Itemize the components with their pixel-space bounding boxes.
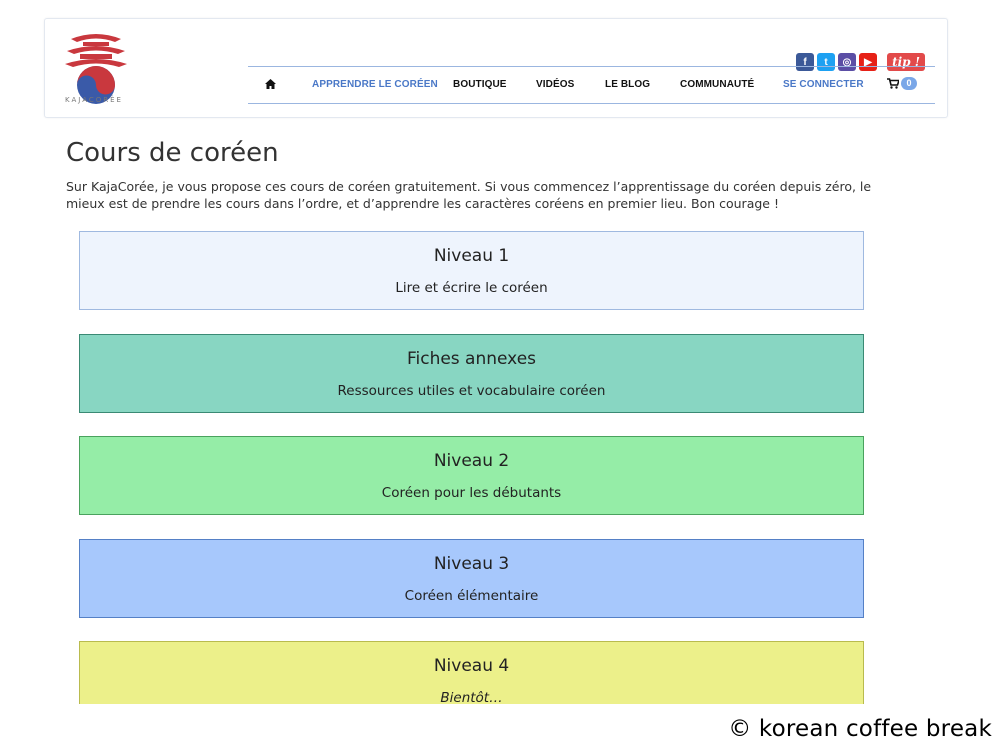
- page-viewport: KAJACORÉE f t ◎ ▶ tip ! APPRENDRE LE COR…: [0, 0, 1000, 704]
- level-card-subtitle: Lire et écrire le coréen: [395, 280, 548, 296]
- level-card-subtitle: Ressources utiles et vocabulaire coréen: [337, 383, 606, 399]
- level-card-title: Niveau 1: [433, 246, 510, 266]
- home-icon[interactable]: [265, 79, 276, 89]
- level-card-1[interactable]: Niveau 1 Lire et écrire le coréen: [79, 231, 864, 310]
- level-card-3[interactable]: Niveau 3 Coréen élémentaire: [79, 539, 864, 618]
- page-title: Cours de coréen: [66, 138, 279, 168]
- nav-item-boutique[interactable]: BOUTIQUE: [453, 79, 507, 90]
- logo-pagoda-icon: [65, 34, 127, 104]
- main-nav: APPRENDRE LE CORÉEN BOUTIQUE VIDÉOS LE B…: [248, 66, 935, 104]
- level-card-title: Fiches annexes: [406, 349, 537, 369]
- nav-item-videos[interactable]: VIDÉOS: [536, 79, 574, 90]
- copyright-watermark: © korean coffee break: [728, 716, 992, 742]
- cart-icon: [887, 78, 899, 89]
- level-card-subtitle: Bientôt…: [440, 690, 503, 704]
- level-card-2[interactable]: Niveau 2 Coréen pour les débutants: [79, 436, 864, 515]
- level-card-annexes[interactable]: Fiches annexes Ressources utiles et voca…: [79, 334, 864, 413]
- level-card-title: Niveau 4: [433, 656, 510, 676]
- cart-button[interactable]: 0: [887, 77, 917, 90]
- nav-item-communaute[interactable]: COMMUNAUTÉ: [680, 79, 754, 90]
- nav-item-blog[interactable]: LE BLOG: [605, 79, 650, 90]
- level-card-title: Niveau 2: [433, 451, 510, 471]
- nav-item-apprendre[interactable]: APPRENDRE LE CORÉEN: [312, 79, 438, 90]
- cart-count-badge: 0: [901, 77, 917, 90]
- level-card-4[interactable]: Niveau 4 Bientôt…: [79, 641, 864, 704]
- logo-text: KAJACORÉE: [65, 96, 123, 104]
- level-card-title: Niveau 3: [433, 554, 510, 574]
- level-card-subtitle: Coréen élémentaire: [404, 588, 539, 604]
- page-intro: Sur KajaCorée, je vous propose ces cours…: [66, 179, 872, 211]
- site-logo[interactable]: [61, 27, 131, 107]
- level-card-subtitle: Coréen pour les débutants: [381, 485, 562, 501]
- nav-item-connecter[interactable]: SE CONNECTER: [783, 79, 864, 90]
